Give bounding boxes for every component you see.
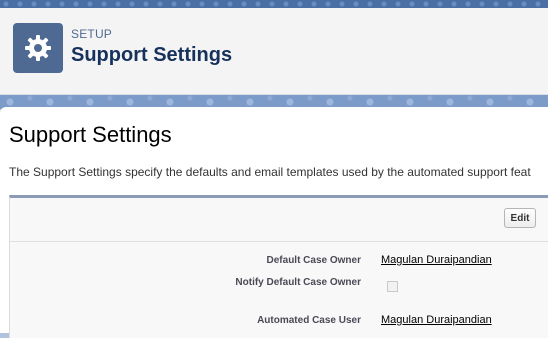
top-decorative-strip: [0, 0, 548, 8]
breadcrumb[interactable]: SETUP: [71, 27, 112, 41]
page-description: The Support Settings specify the default…: [9, 165, 531, 179]
setup-header: SETUP Support Settings: [0, 8, 548, 95]
page-title: Support Settings: [9, 122, 172, 147]
field-label: Automated Case User: [257, 315, 361, 326]
gear-icon: [13, 23, 63, 73]
edit-button[interactable]: Edit: [504, 208, 536, 228]
main-content: Support Settings The Support Settings sp…: [0, 107, 548, 338]
field-row-automated-case-user: Automated Case User Magulan Duraipandian: [10, 314, 548, 335]
field-row-notify-default-case-owner: Notify Default Case Owner: [10, 277, 548, 297]
field-label: Notify Default Case Owner: [235, 277, 361, 288]
settings-panel: Edit Default Case Owner Magulan Duraipan…: [9, 195, 548, 338]
field-row-default-case-owner: Default Case Owner Magulan Duraipandian: [10, 254, 548, 275]
automated-case-user-link[interactable]: Magulan Duraipandian: [381, 314, 492, 326]
field-label: Default Case Owner: [266, 255, 361, 266]
notify-default-case-owner-checkbox: [387, 281, 398, 292]
panel-toolbar: Edit: [10, 198, 548, 242]
header-title: Support Settings: [71, 44, 233, 66]
default-case-owner-link[interactable]: Magulan Duraipandian: [381, 254, 492, 266]
